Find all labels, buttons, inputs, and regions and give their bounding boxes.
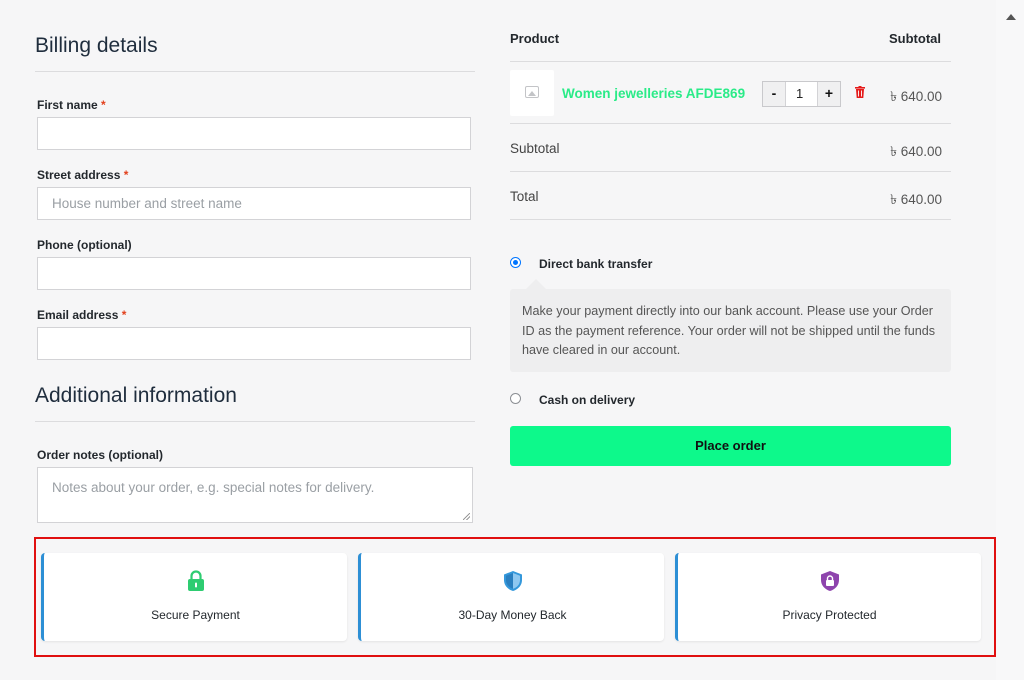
quantity-input[interactable]: 1 xyxy=(785,82,818,106)
quantity-decrease-button[interactable]: - xyxy=(763,82,785,106)
street-address-field[interactable]: House number and street name xyxy=(37,187,471,220)
badge-privacy-protected: Privacy Protected xyxy=(675,553,981,641)
divider xyxy=(35,71,475,72)
scrollbar[interactable] xyxy=(996,0,1024,680)
order-notes-field[interactable]: Notes about your order, e.g. special not… xyxy=(37,467,473,523)
lock-icon xyxy=(187,570,204,591)
shield-icon xyxy=(503,571,522,591)
product-thumbnail[interactable] xyxy=(510,70,554,116)
divider xyxy=(510,61,951,62)
resize-handle-icon[interactable] xyxy=(463,513,470,520)
billing-title: Billing details xyxy=(35,34,158,57)
street-address-label: Street address * xyxy=(37,168,129,182)
total-value: ৳ 640.00 xyxy=(890,192,942,207)
phone-field[interactable] xyxy=(37,257,471,290)
first-name-label: First name * xyxy=(37,98,106,112)
badge-money-back: 30-Day Money Back xyxy=(358,553,664,641)
product-column-header: Product xyxy=(510,31,560,46)
image-placeholder-icon xyxy=(525,86,539,98)
bank-transfer-radio[interactable] xyxy=(510,257,521,268)
subtotal-value: ৳ 640.00 xyxy=(890,144,942,159)
order-notes-label: Order notes (optional) xyxy=(37,448,163,462)
first-name-field[interactable] xyxy=(37,117,471,150)
divider xyxy=(35,421,475,422)
bank-transfer-label[interactable]: Direct bank transfer xyxy=(539,257,652,271)
line-item-price: ৳ 640.00 xyxy=(890,89,942,104)
divider xyxy=(510,123,951,124)
subtotal-column-header: Subtotal xyxy=(889,31,941,46)
email-field[interactable] xyxy=(37,327,471,360)
badge-secure-payment: Secure Payment xyxy=(41,553,347,641)
total-label: Total xyxy=(510,189,539,204)
divider xyxy=(510,219,951,220)
subtotal-label: Subtotal xyxy=(510,141,560,156)
cash-on-delivery-radio[interactable] xyxy=(510,393,521,404)
payment-box-pointer xyxy=(526,279,546,289)
order-notes-placeholder: Notes about your order, e.g. special not… xyxy=(52,480,375,495)
trust-badges: Secure Payment 30-Day Money Back Privacy… xyxy=(34,537,996,657)
cash-on-delivery-label[interactable]: Cash on delivery xyxy=(539,393,635,407)
scroll-up-arrow-icon[interactable] xyxy=(1006,14,1016,20)
product-name-link[interactable]: Women jewelleries AFDE869 xyxy=(562,86,745,101)
badge-label: 30-Day Money Back xyxy=(458,608,567,622)
email-label: Email address * xyxy=(37,308,127,322)
quantity-increase-button[interactable]: + xyxy=(818,82,840,106)
divider xyxy=(510,171,951,172)
badge-label: Privacy Protected xyxy=(782,608,877,622)
trash-icon[interactable] xyxy=(855,86,865,98)
phone-label: Phone (optional) xyxy=(37,238,132,252)
quantity-stepper[interactable]: - 1 + xyxy=(762,81,841,107)
place-order-button[interactable]: Place order xyxy=(510,426,951,466)
bank-transfer-description: Make your payment directly into our bank… xyxy=(510,289,951,372)
additional-info-title: Additional information xyxy=(35,384,237,407)
badge-label: Secure Payment xyxy=(151,608,240,622)
shield-lock-icon xyxy=(820,571,839,591)
